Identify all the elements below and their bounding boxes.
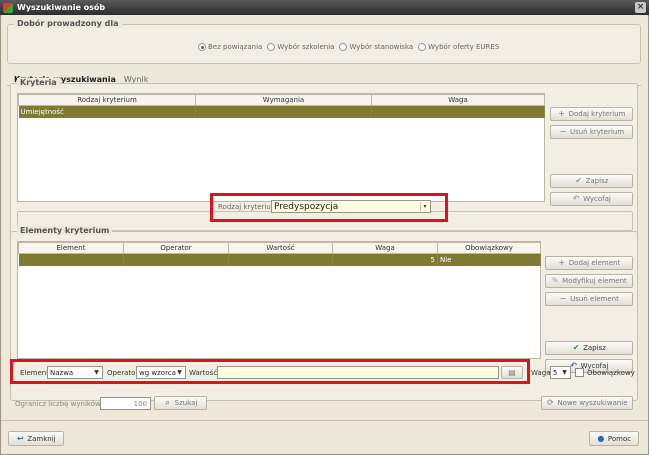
refresh-icon: ⟳ (547, 398, 554, 407)
radio-icon (339, 43, 348, 51)
bottom-divider (1, 420, 648, 421)
window-title: Wyszukiwanie osób (17, 3, 106, 12)
undo-icon: ↶ (572, 194, 580, 203)
elementy-table[interactable]: Element Operator Wartość Waga Obowiązkow… (17, 241, 541, 359)
value-input[interactable] (217, 366, 499, 379)
undo-criterion-button[interactable]: ↶ Wycofaj (550, 192, 633, 206)
column-header-obowiazkowy[interactable]: Obowiązkowy (437, 242, 541, 254)
column-header-element[interactable]: Element (18, 242, 124, 254)
column-header-waga[interactable]: Waga (371, 94, 545, 106)
radio-wybor-szkolenia[interactable]: Wybór szkolenia (267, 43, 334, 51)
minus-icon: − (559, 294, 567, 303)
radio-wybor-stanowiska[interactable]: Wybór stanowiska (339, 43, 413, 51)
check-icon: ✔ (572, 343, 580, 352)
edit-icon: ✎ (551, 276, 559, 285)
exit-icon: ↩ (16, 433, 24, 443)
table-cell (371, 105, 545, 118)
close-button[interactable]: ↩ Zamknij (8, 431, 64, 446)
column-header-rodzaj-kryterium[interactable]: Rodzaj kryterium (18, 94, 196, 106)
radio-wybor-oferty-eures[interactable]: Wybór oferty EURES (418, 43, 499, 51)
radio-selected-icon (198, 43, 206, 51)
criterion-type-select[interactable]: Predyspozycja ▾ (271, 200, 431, 213)
radio-icon (267, 43, 276, 51)
window-titlebar: Wyszukiwanie osób × (0, 0, 649, 15)
table-row[interactable]: 5 Nie (18, 253, 541, 266)
modify-element-button[interactable]: ✎ Modyfikuj element (545, 274, 633, 288)
remove-criterion-button[interactable]: − Usuń kryterium (550, 125, 633, 139)
radio-bez-powiazania[interactable]: Bez powiązania (198, 43, 262, 51)
table-cell: Nie (437, 253, 541, 266)
table-cell: Umiejętność (18, 105, 196, 118)
app-icon (3, 2, 13, 13)
value-picker-button[interactable]: ▤ (501, 366, 523, 379)
criterion-type-label: Rodzaj kryterium (218, 203, 278, 211)
operator-label: Operator (107, 369, 139, 377)
chevron-down-icon: ▼ (562, 369, 567, 376)
element-select[interactable]: Nazwa ▼ (47, 366, 103, 379)
dobor-options: Bez powiązania Wybór szkolenia Wybór sta… (198, 43, 499, 51)
column-header-wartosc[interactable]: Wartość (228, 242, 333, 254)
document-icon: ▤ (508, 367, 516, 377)
plus-icon: + (558, 109, 565, 118)
table-cell: 5 (332, 253, 438, 266)
kryteria-legend: Kryteria (17, 78, 60, 87)
search-button[interactable]: ⌕ Szukaj (154, 396, 207, 410)
add-criterion-button[interactable]: + Dodaj kryterium (550, 107, 633, 121)
table-cell (123, 253, 229, 266)
element-label: Element (20, 369, 49, 377)
binoculars-icon: ⌕ (165, 398, 170, 407)
table-cell (228, 253, 333, 266)
dobor-legend: Dobór prowadzony dla (14, 19, 122, 28)
check-icon: ✔ (575, 176, 582, 185)
waga-label: Waga (531, 369, 551, 377)
value-label: Wartość (189, 369, 218, 377)
radio-icon (418, 43, 427, 51)
kryteria-table[interactable]: Rodzaj kryterium Wymagania Waga Umiejętn… (17, 93, 545, 202)
column-header-waga[interactable]: Waga (332, 242, 438, 254)
chevron-down-icon: ▼ (177, 369, 182, 376)
dobor-group: Dobór prowadzony dla Bez powiązania Wybó… (7, 19, 641, 64)
mandatory-label: Obowiązkowy (587, 369, 635, 377)
table-cell (195, 105, 372, 118)
mandatory-checkbox[interactable] (575, 368, 584, 377)
minus-icon: − (559, 127, 567, 136)
limit-input[interactable]: 100 (100, 397, 151, 410)
limit-label: Ogranicz liczbę wyników do (15, 400, 112, 408)
elementy-legend: Elementy kryterium (17, 226, 113, 235)
chevron-down-icon: ▾ (420, 202, 429, 211)
plus-icon: + (558, 258, 566, 267)
table-row[interactable]: Umiejętność (18, 105, 545, 118)
save-element-button[interactable]: ✔ Zapisz (545, 341, 633, 355)
waga-select[interactable]: 5 ▼ (550, 366, 571, 379)
new-search-button[interactable]: ⟳ Nowe wyszukiwanie (541, 396, 633, 410)
table-cell (18, 253, 124, 266)
window-body: Dobór prowadzony dla Bez powiązania Wybó… (0, 15, 649, 455)
column-header-wymagania[interactable]: Wymagania (195, 94, 372, 106)
column-header-operator[interactable]: Operator (123, 242, 229, 254)
add-element-button[interactable]: + Dodaj element (545, 256, 633, 270)
help-icon: ● (597, 433, 605, 443)
save-criterion-button[interactable]: ✔ Zapisz (550, 174, 633, 188)
remove-element-button[interactable]: − Usuń element (545, 292, 633, 306)
operator-select[interactable]: wg wzorca ▼ (136, 366, 186, 379)
chevron-down-icon: ▼ (94, 369, 99, 376)
close-icon[interactable]: × (635, 2, 646, 13)
help-button[interactable]: ● Pomoc (589, 431, 639, 446)
